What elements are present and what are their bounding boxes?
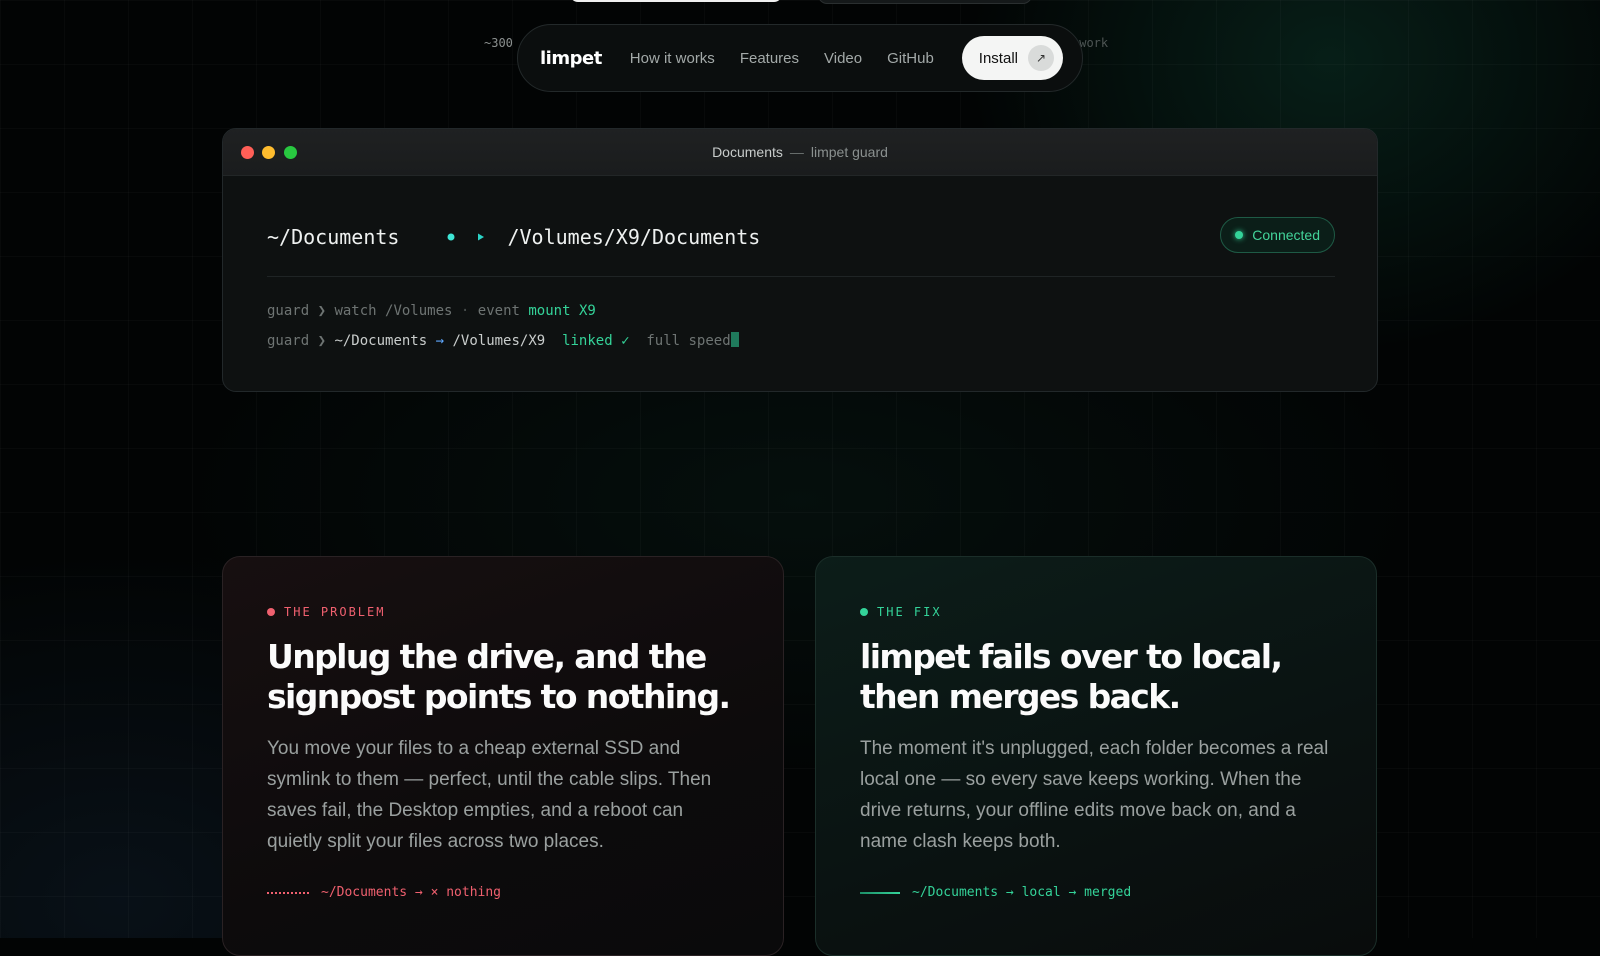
terminal-cursor xyxy=(730,332,739,347)
problem-dot-icon xyxy=(267,608,275,616)
log-text: event xyxy=(477,303,520,319)
fix-footnote-text: ~/Documents → local → merged xyxy=(912,885,1132,900)
brand-logo[interactable]: limpet xyxy=(540,48,602,69)
window-titlebar: Documents — limpet guard xyxy=(223,129,1377,176)
install-button[interactable]: Install ↗ xyxy=(961,36,1063,80)
top-nav: limpet How it works Features Video GitHu… xyxy=(517,24,1083,92)
problem-footnote-text: ~/Documents → × nothing xyxy=(321,885,502,900)
link-status-row: ~/Documents /Volumes/X9/Documents Connec… xyxy=(267,217,1335,257)
problem-headline: Unplug the drive, and the signpost point… xyxy=(267,637,731,716)
problem-kicker: THE PROBLEM xyxy=(267,605,739,619)
minimize-window-button[interactable] xyxy=(262,146,275,159)
problem-footnote: ~/Documents → × nothing xyxy=(267,885,739,900)
log-highlight: linked ✓ xyxy=(562,333,630,349)
fix-card: THE FIX limpet fails over to local, then… xyxy=(815,556,1377,956)
fix-body: The moment it's unplugged, each folder b… xyxy=(860,738,1329,852)
log-text: full speed xyxy=(646,333,731,349)
log-prompt: guard ❯ xyxy=(267,303,327,319)
log-separator: · xyxy=(460,303,470,319)
link-line-icon xyxy=(860,891,900,894)
zoom-window-button[interactable] xyxy=(284,146,297,159)
status-badge: Connected xyxy=(1220,217,1335,253)
log-prompt: guard ❯ xyxy=(267,333,327,349)
log-highlight: mount X9 xyxy=(528,303,596,319)
clipped-button-secondary[interactable] xyxy=(818,0,1032,4)
fix-headline: limpet fails over to local, then merges … xyxy=(860,637,1283,716)
log-arrow: → xyxy=(435,333,445,349)
broken-link-icon xyxy=(267,891,309,894)
window-title-separator: — xyxy=(789,144,804,160)
nav-link-features[interactable]: Features xyxy=(740,50,799,67)
problem-body: You move your files to a cheap external … xyxy=(267,738,712,852)
nav-link-video[interactable]: Video xyxy=(824,50,862,67)
terminal-window: Documents — limpet guard ~/Documents /Vo… xyxy=(222,128,1378,392)
status-dot-icon xyxy=(1235,231,1244,239)
close-window-button[interactable] xyxy=(241,146,254,159)
clipped-button-primary[interactable] xyxy=(570,0,782,2)
window-subtitle: limpet guard xyxy=(810,144,888,160)
window-title: Documents xyxy=(712,144,783,160)
link-arrow-icon xyxy=(421,231,485,243)
nav-link-github[interactable]: GitHub xyxy=(887,50,934,67)
fix-kicker: THE FIX xyxy=(860,605,1332,619)
fix-dot-icon xyxy=(860,608,868,616)
source-path: ~/Documents xyxy=(267,225,400,249)
install-button-label: Install xyxy=(978,49,1018,67)
problem-kicker-label: THE PROBLEM xyxy=(284,605,386,619)
target-path: /Volumes/X9/Documents xyxy=(507,225,761,249)
log-text: ~/Documents xyxy=(334,333,428,349)
log-line: guard ❯ watch /Volumes · event mount X9 xyxy=(267,303,596,319)
log-text: watch /Volumes xyxy=(334,303,453,319)
fix-footnote: ~/Documents → local → merged xyxy=(860,885,1332,900)
nav-link-how-it-works[interactable]: How it works xyxy=(630,50,715,67)
log-line: guard ❯ ~/Documents → /Volumes/X9 linked… xyxy=(267,332,739,349)
divider xyxy=(267,276,1335,277)
arrow-up-right-icon: ↗ xyxy=(1027,45,1054,71)
status-badge-label: Connected xyxy=(1252,227,1320,243)
log-text: /Volumes/X9 xyxy=(452,333,546,349)
problem-card: THE PROBLEM Unplug the drive, and the si… xyxy=(222,556,784,956)
background-stat-fragment: ~300 xyxy=(484,36,513,50)
fix-kicker-label: THE FIX xyxy=(877,605,942,619)
